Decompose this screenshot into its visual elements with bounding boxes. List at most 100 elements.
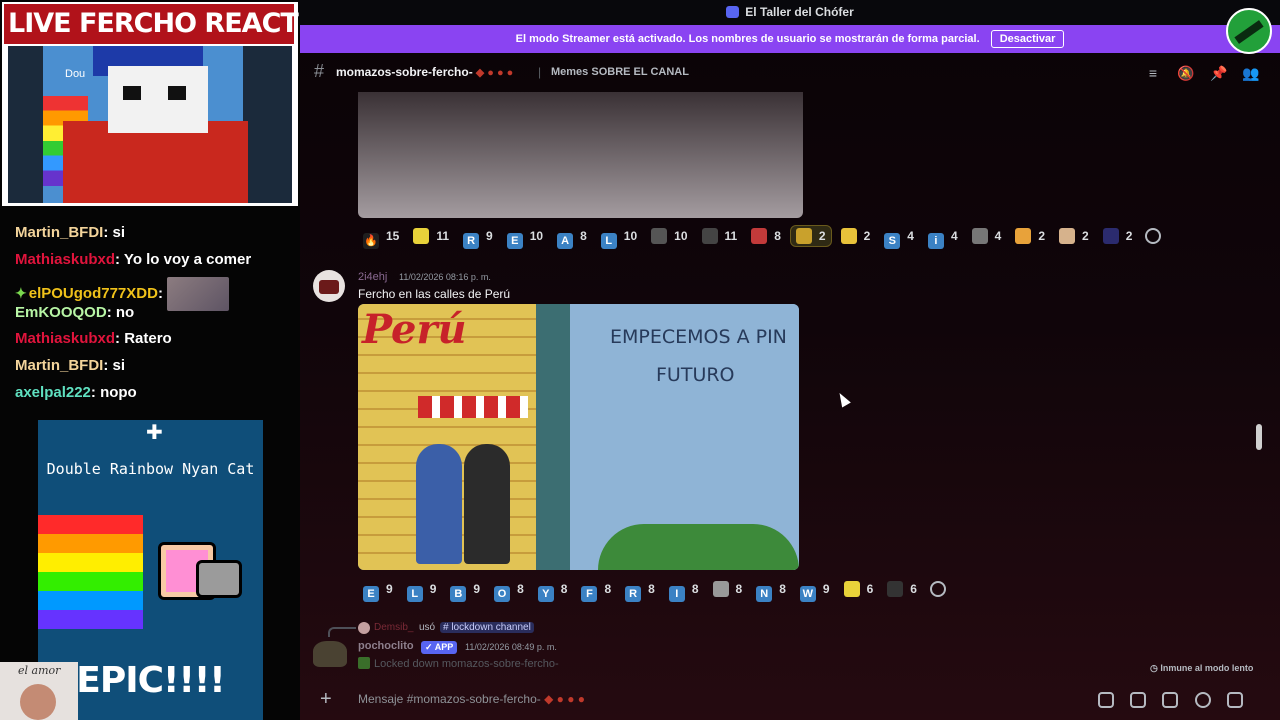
reaction-button[interactable]: 6 (839, 578, 879, 600)
reaction-button[interactable]: 6 (882, 578, 922, 600)
app-badge: ✓ APP (421, 641, 458, 654)
reaction-button[interactable]: 2 (1010, 225, 1050, 247)
emoji-icon[interactable] (1195, 692, 1211, 708)
message-composer[interactable]: + Mensaje #momazos-sobre-fercho- ◆ ● ● ● (300, 682, 1280, 720)
reaction-count: 4 (950, 229, 958, 243)
message-avatar[interactable] (313, 270, 345, 302)
reaction-count: 9 (486, 229, 493, 243)
message-author[interactable]: 2i4ehj (358, 271, 387, 283)
reaction-button[interactable]: A8 (552, 225, 592, 249)
reaction-button[interactable]: 4 (967, 225, 1007, 247)
attach-plus-icon[interactable]: + (320, 688, 332, 711)
message-image[interactable]: Perú EMPECEMOS A PIN FUTURO (358, 304, 799, 570)
reaction-button[interactable]: F8 (576, 578, 616, 602)
reaction-count: 8 (580, 229, 587, 243)
reaction-button[interactable]: 8 (708, 578, 748, 600)
add-reaction-icon[interactable] (929, 581, 946, 597)
reaction-button[interactable]: 8 (746, 225, 786, 247)
chat-message: Martin_BFDI: si (15, 224, 125, 241)
mute-bell-icon[interactable]: 🔕 (1177, 65, 1194, 81)
reply-author[interactable]: Demsib_ (374, 622, 413, 633)
sparkle-icon: ✚ (146, 422, 163, 444)
reaction-emoji-icon (843, 581, 860, 597)
reaction-button[interactable]: L 10 (596, 225, 642, 249)
reaction-button[interactable]: W9 (795, 578, 835, 602)
reaction-emoji-icon (712, 581, 729, 597)
gif-icon[interactable] (1130, 692, 1146, 708)
reaction-button[interactable]: R9 (458, 225, 498, 249)
reaction-button[interactable]: I8 (664, 578, 704, 602)
reaction-button[interactable]: 2 (1098, 225, 1138, 247)
chat-username: Mathiaskubxd (15, 250, 116, 268)
chat-text: : si (103, 224, 126, 241)
reaction-emoji-icon (1015, 228, 1032, 244)
reaction-count: 8 (604, 582, 612, 596)
reaction-count: 11 (436, 229, 450, 243)
corner-webcam: el amor (0, 662, 78, 720)
threads-icon[interactable]: ≡ (1145, 65, 1161, 81)
hashtag-icon: # (314, 61, 325, 81)
reaction-emoji-icon: E (506, 233, 523, 249)
bot-avatar[interactable] (313, 641, 347, 667)
user-avatar[interactable] (1226, 8, 1272, 54)
reaction-button[interactable]: 2 (836, 225, 876, 247)
reaction-emoji-icon: R (625, 586, 642, 602)
reaction-button[interactable]: 11 (697, 225, 743, 247)
reaction-button[interactable]: E 10 (502, 225, 548, 249)
reaction-emoji-icon: E (363, 586, 379, 602)
reaction-button[interactable]: O8 (489, 578, 529, 602)
chat-message: axelpal222: nopo (15, 384, 137, 401)
channel-topic[interactable]: Memes SOBRE EL CANAL (551, 66, 689, 78)
add-reaction-icon[interactable] (1145, 228, 1162, 244)
chat-text: : Yo lo voy a comer (115, 250, 252, 268)
reaction-count: 8 (517, 582, 524, 596)
reaction-button[interactable]: L9 (402, 578, 442, 602)
cam-text: Dou (65, 68, 86, 80)
chat-text: : no (106, 303, 135, 321)
message-input[interactable]: Mensaje #momazos-sobre-fercho- ◆ ● ● ● (358, 692, 585, 706)
chat-username: Martin_BFDI (15, 224, 104, 241)
chat-emote-image (166, 277, 229, 312)
reaction-button[interactable]: Y8 (533, 578, 573, 602)
reaction-button[interactable]: R8 (620, 578, 660, 602)
scrollbar[interactable] (1256, 424, 1262, 450)
reaction-button[interactable]: 2 (789, 225, 832, 247)
bot-author[interactable]: pochoclito (358, 640, 414, 652)
mural-text-line1: EMPECEMOS A PIN (610, 326, 787, 348)
reaction-emoji-icon: B (450, 586, 467, 602)
previous-message-image[interactable] (358, 92, 803, 218)
reaction-count: 2 (863, 229, 871, 243)
apps-icon[interactable] (1227, 692, 1243, 708)
reply-avatar (358, 622, 370, 634)
reaction-emoji-icon: i (927, 233, 944, 249)
channel-name[interactable]: momazos-sobre-fercho- ◆ ● ● ● (336, 65, 513, 79)
reaction-emoji-icon: N (756, 586, 773, 602)
slowmode-notice: ◷ Inmune al modo lento (1150, 663, 1254, 673)
chat-text: : nopo (90, 383, 137, 401)
sticker-icon[interactable] (1162, 692, 1178, 708)
reaction-count: 10 (623, 229, 638, 243)
reaction-button[interactable]: 10 (646, 225, 692, 247)
reaction-count: 8 (774, 229, 781, 243)
pin-icon[interactable]: 📌 (1210, 65, 1227, 81)
disable-streamer-mode-button[interactable]: Desactivar (990, 30, 1065, 48)
reaction-count: 11 (724, 229, 738, 243)
gift-icon[interactable] (1098, 692, 1114, 708)
reaction-count: 8 (560, 582, 568, 596)
reaction-button[interactable]: E9 (358, 578, 398, 602)
discord-icon (726, 6, 740, 18)
reaction-button[interactable]: i4 (923, 225, 963, 249)
reaction-button[interactable]: B9 (445, 578, 485, 602)
reaction-button[interactable]: S4 (879, 225, 919, 249)
chat-username: Martin_BFDI (15, 357, 104, 374)
reaction-count: 4 (994, 229, 1002, 243)
stream-overlay: LIVE FERCHO REACTION Dou Martin_BFDI: si… (0, 0, 300, 720)
members-icon[interactable]: 👥 (1242, 65, 1259, 81)
reaction-button[interactable]: N8 (751, 578, 791, 602)
reaction-button[interactable]: 11 (408, 225, 454, 247)
reaction-button[interactable]: 2 (1054, 225, 1094, 247)
reply-command[interactable]: # lockdown channel (440, 622, 534, 633)
chat-username: Mathiaskubxd (15, 330, 116, 348)
reaction-button[interactable]: 🔥 15 (358, 225, 404, 249)
reaction-emoji-icon: A (557, 233, 574, 249)
